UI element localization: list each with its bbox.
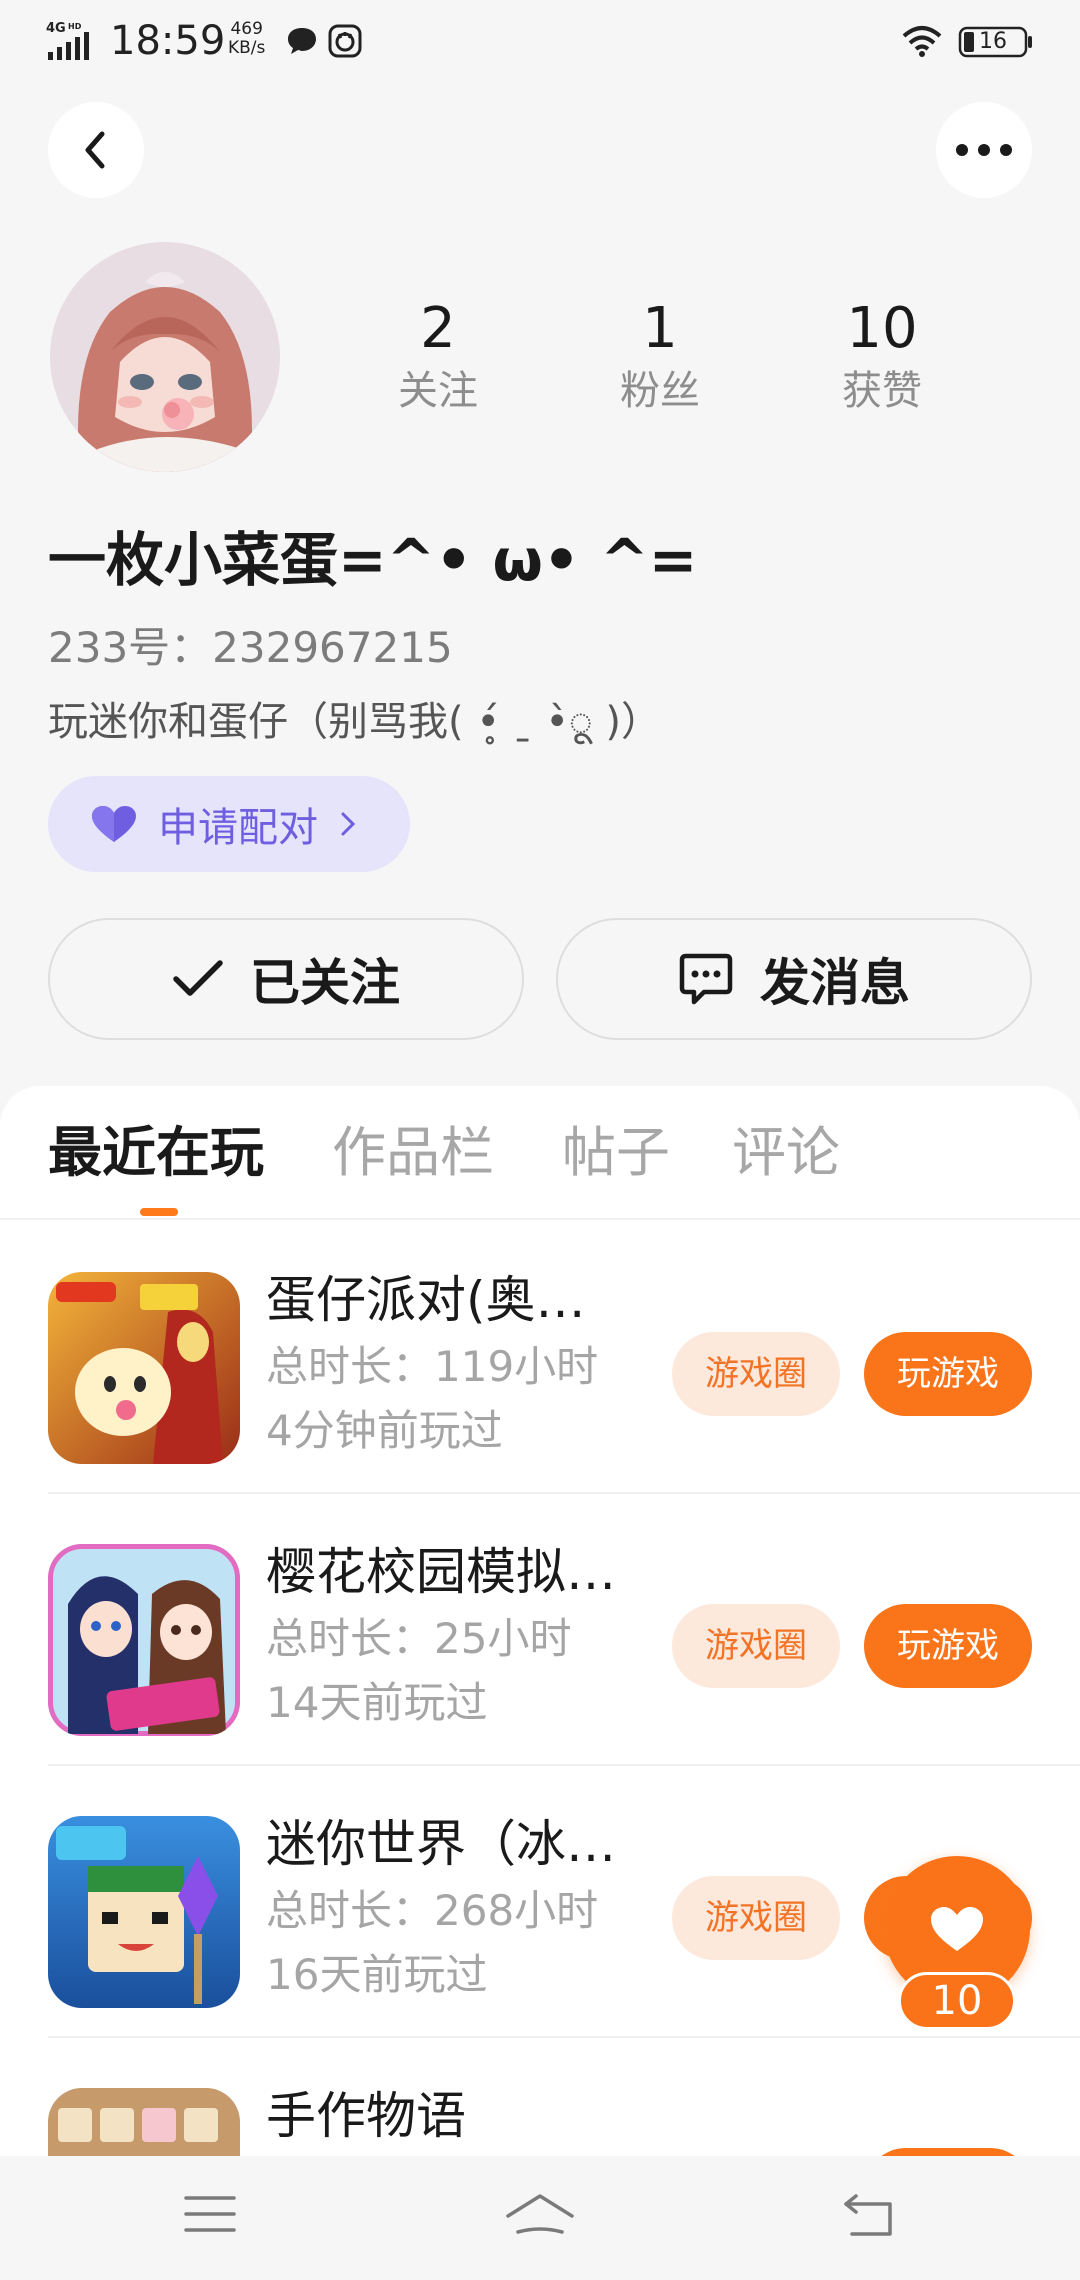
user-id: 233号：232967215	[48, 620, 453, 676]
game-title: 樱花校园模拟…	[266, 1543, 616, 1601]
avatar-image	[50, 242, 280, 472]
game-last-played: 16天前玩过	[266, 1950, 488, 1999]
game-icon-mini-world[interactable]	[48, 1816, 240, 2008]
stat-value: 10	[846, 296, 918, 361]
chat-bubble-icon	[288, 28, 316, 54]
avatar[interactable]	[50, 242, 280, 472]
check-icon	[173, 960, 223, 996]
game-circle-button[interactable]: 游戏圈	[672, 1332, 840, 1416]
signal-icon: 4G HD	[46, 21, 89, 60]
chat-icon	[679, 953, 733, 1005]
tab-bar: 最近在玩 作品栏 帖子 评论	[0, 1086, 1080, 1220]
game-duration: 总时长：25小时	[266, 1614, 572, 1663]
tab-posts[interactable]: 帖子	[562, 1122, 670, 1184]
game-icon-image	[48, 1544, 240, 1736]
game-duration: 总时长：268小时	[266, 1886, 599, 1935]
send-message-label: 发消息	[760, 954, 910, 1012]
stat-value: 1	[642, 296, 678, 361]
followed-label: 已关注	[250, 954, 400, 1012]
followed-button[interactable]: 已关注	[48, 918, 524, 1040]
stat-label: 粉丝	[620, 368, 700, 414]
game-last-played: 4分钟前玩过	[266, 1406, 503, 1455]
tab-works[interactable]: 作品栏	[332, 1122, 494, 1184]
game-title: 蛋仔派对(奥…	[266, 1271, 586, 1329]
heart-icon	[931, 1907, 983, 1951]
stat-following[interactable]: 2 关注	[348, 296, 528, 416]
apply-pair-button[interactable]: 申请配对	[48, 776, 410, 872]
stat-label: 获赞	[842, 368, 922, 414]
stat-value: 2	[420, 296, 456, 361]
game-icon-image	[48, 1272, 240, 1464]
user-bio: 玩迷你和蛋仔（别骂我( •̥́ ˍ •̀ू )）	[48, 699, 662, 745]
game-row[interactable]: 蛋仔派对(奥… 总时长：119小时 4分钟前玩过 游戏圈 玩游戏	[48, 1222, 1080, 1494]
stat-likes[interactable]: 10 获赞	[792, 296, 972, 416]
play-game-button[interactable]: 玩游戏	[864, 1332, 1032, 1416]
battery-level: 16	[979, 29, 1007, 54]
game-icon-sakura-school[interactable]	[48, 1544, 240, 1736]
game-title: 手作物语	[266, 2087, 466, 2145]
wifi-icon	[902, 26, 942, 57]
chevron-left-icon	[85, 131, 105, 169]
app-notification-icon	[328, 24, 362, 58]
tab-comments[interactable]: 评论	[732, 1122, 840, 1184]
play-game-button[interactable]: 玩游戏	[864, 1604, 1032, 1688]
user-id-label: 233号：	[48, 623, 213, 672]
apply-pair-label: 申请配对	[158, 805, 318, 851]
send-message-button[interactable]: 发消息	[556, 918, 1032, 1040]
play-game-button[interactable]	[864, 2148, 1032, 2156]
game-last-played: 14天前玩过	[266, 1678, 488, 1727]
home-icon[interactable]	[504, 2192, 576, 2242]
network-speed-value: 469	[230, 19, 263, 39]
menu-icon[interactable]	[184, 2192, 236, 2236]
game-row[interactable]: 手作物语	[48, 2038, 1080, 2156]
back-button[interactable]	[48, 102, 144, 198]
stat-label: 关注	[398, 368, 478, 414]
svg-text:HD: HD	[68, 22, 82, 31]
game-icon-image	[48, 2088, 240, 2156]
chevron-right-icon	[341, 812, 356, 836]
network-speed: 469 KB/s	[228, 20, 265, 58]
svg-text:4G: 4G	[46, 21, 66, 36]
game-duration: 总时长：119小时	[266, 1342, 599, 1391]
system-nav-bar	[0, 2156, 1080, 2280]
game-row[interactable]: 樱花校园模拟… 总时长：25小时 14天前玩过 游戏圈 玩游戏	[48, 1494, 1080, 1766]
game-title: 迷你世界（冰…	[266, 1815, 616, 1873]
username: 一枚小菜蛋=^• ω• ^=	[48, 526, 698, 594]
floating-like-count: 10	[898, 1972, 1016, 2030]
tab-indicator	[140, 1208, 178, 1216]
user-id-value: 232967215	[212, 623, 453, 672]
heart-icon	[92, 806, 136, 842]
stat-fans[interactable]: 1 粉丝	[570, 296, 750, 416]
game-circle-button[interactable]: 游戏圈	[672, 1876, 840, 1960]
more-dots-icon	[956, 144, 1012, 156]
game-icon-eggy-party[interactable]	[48, 1272, 240, 1464]
more-button[interactable]	[936, 102, 1032, 198]
status-bar: 4G HD 18:59 469 KB/s 16	[0, 0, 1080, 84]
back-nav-icon[interactable]	[842, 2192, 896, 2238]
game-icon-image	[48, 1816, 240, 2008]
network-speed-unit: KB/s	[228, 38, 266, 58]
game-icon-handcraft-story[interactable]	[48, 2088, 240, 2156]
tab-recent-playing[interactable]: 最近在玩	[48, 1122, 264, 1184]
status-time: 18:59	[110, 18, 226, 64]
game-circle-button[interactable]: 游戏圈	[672, 1604, 840, 1688]
